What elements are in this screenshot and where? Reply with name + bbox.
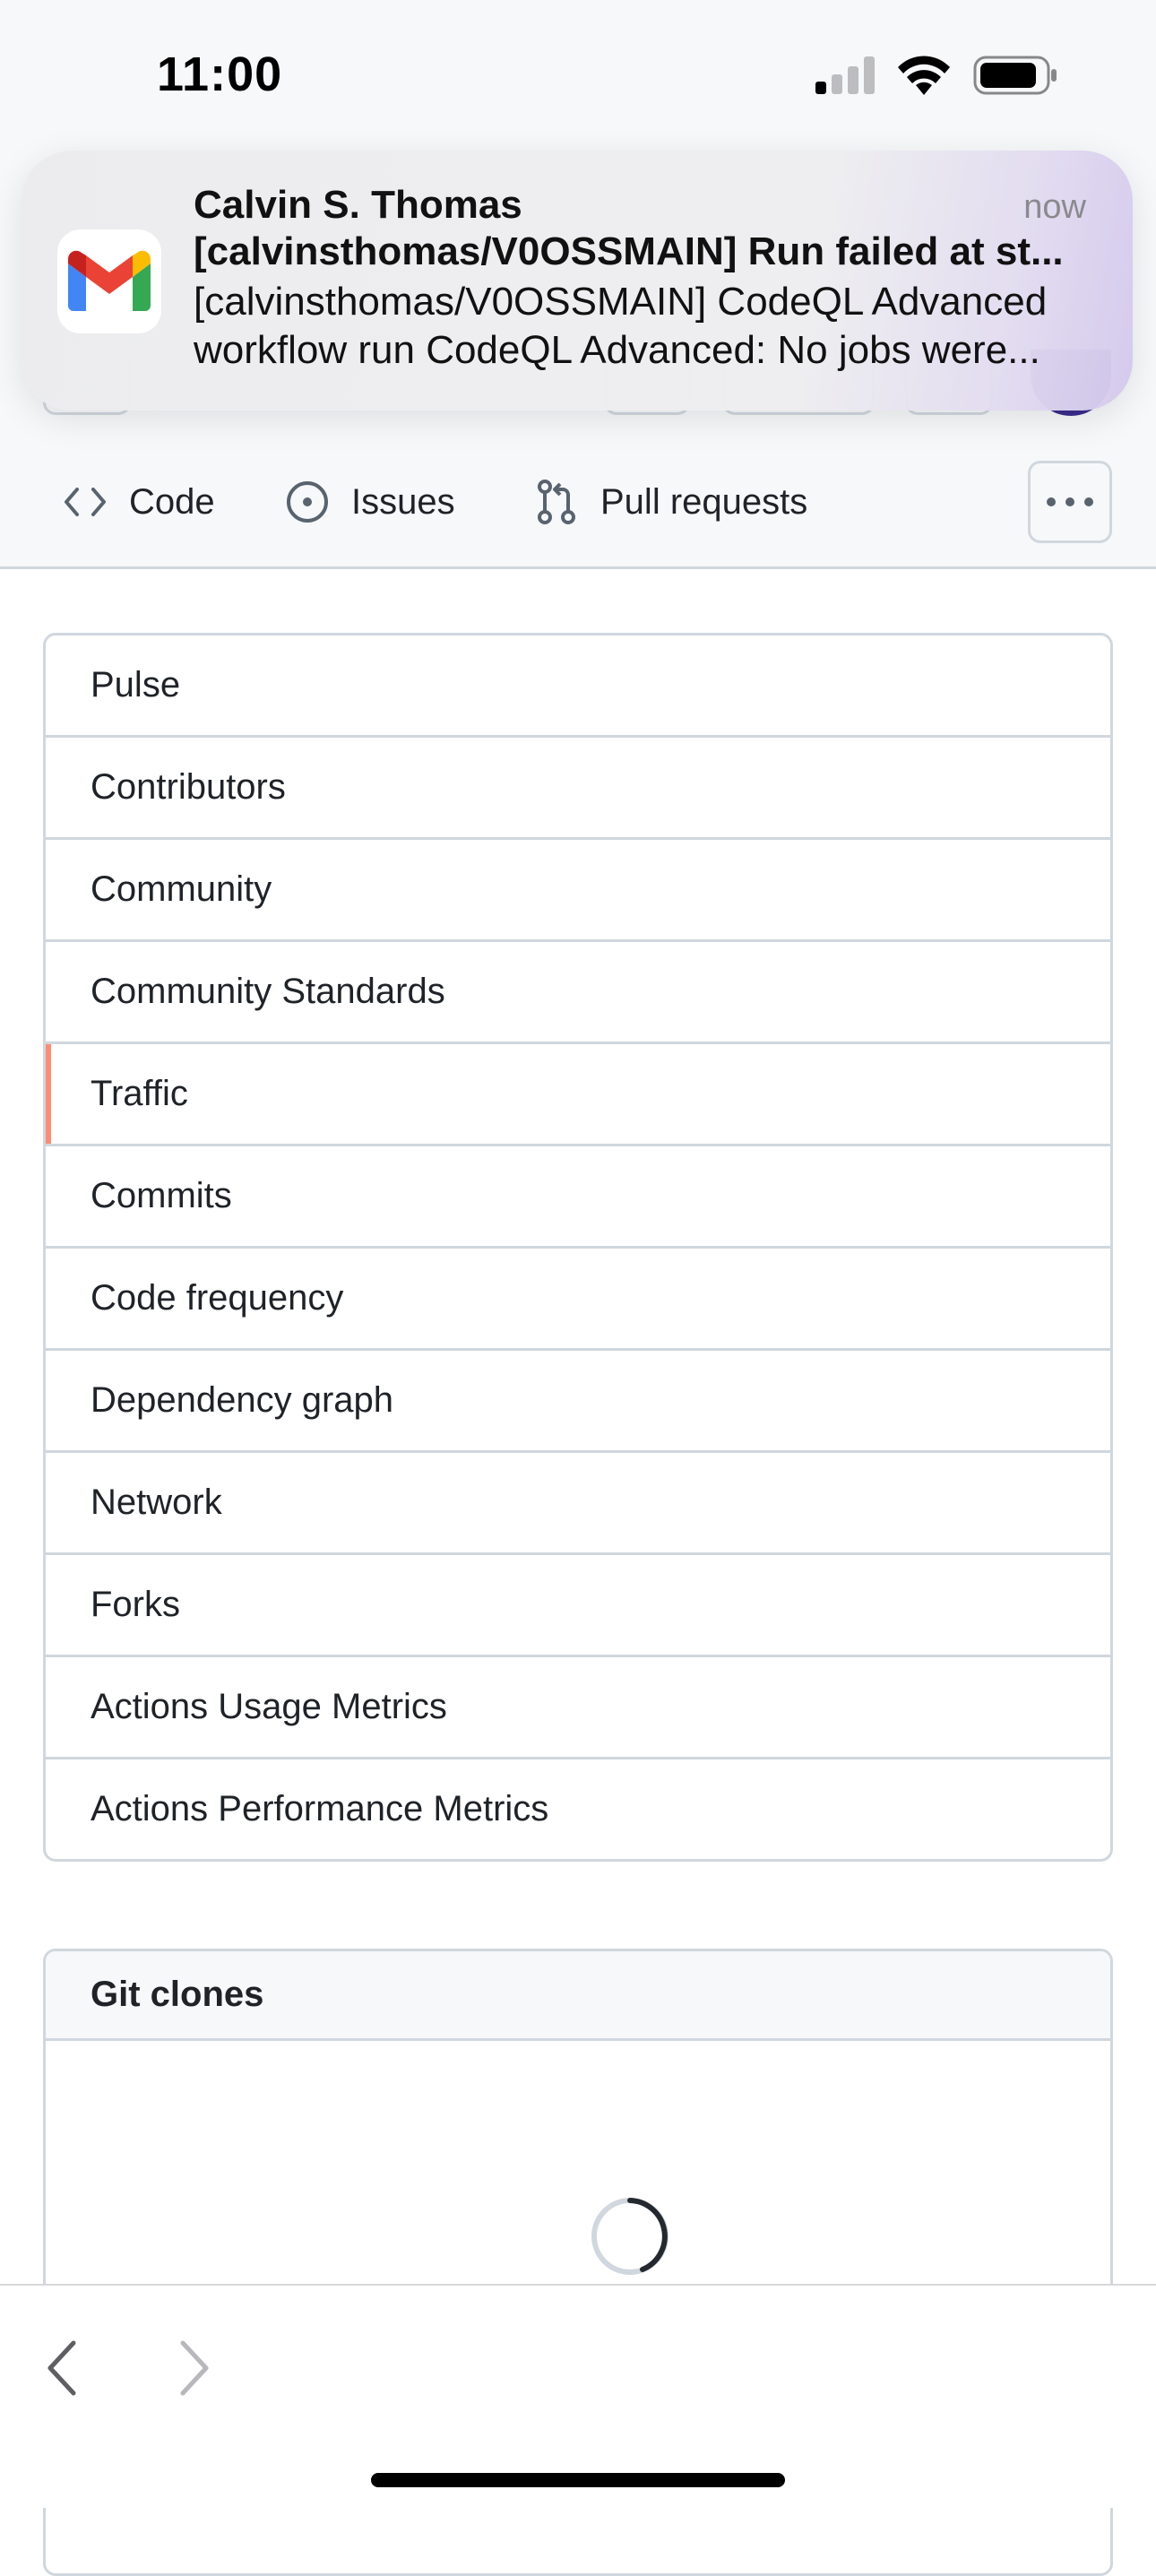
tab-code[interactable]: Code (63, 448, 215, 556)
status-icons (815, 56, 1057, 95)
wifi-icon (898, 56, 950, 95)
git-clones-title: Git clones (46, 1951, 1110, 2041)
notification-body-line: workflow run CodeQL Advanced: No jobs we… (194, 328, 1040, 372)
loading-spinner-icon (591, 2198, 669, 2275)
menu-item-contributors[interactable]: Contributors (46, 735, 1110, 837)
tab-pull-requests-label: Pull requests (600, 481, 808, 522)
kebab-horizontal-icon (1047, 497, 1093, 506)
insights-menu: Pulse Contributors Community Community S… (43, 633, 1113, 1862)
menu-item-forks[interactable]: Forks (46, 1552, 1110, 1655)
git-pull-request-icon (538, 480, 575, 524)
menu-item-community[interactable]: Community (46, 837, 1110, 939)
tab-code-label: Code (129, 481, 215, 522)
menu-item-community-standards[interactable]: Community Standards (46, 939, 1110, 1042)
tab-pull-requests[interactable]: Pull requests (534, 448, 807, 556)
status-time: 11:00 (157, 48, 283, 101)
chevron-left-icon[interactable] (45, 2339, 81, 2397)
gmail-icon (57, 229, 161, 333)
menu-item-traffic[interactable]: Traffic (46, 1042, 1110, 1144)
battery-icon (973, 56, 1057, 95)
notification-body-line: [calvinsthomas/V0OSSMAIN] CodeQL Advance… (194, 280, 1048, 324)
tab-issues[interactable]: Issues (285, 448, 455, 556)
notification-body: [calvinsthomas/V0OSSMAIN] CodeQL Advance… (194, 278, 1108, 375)
menu-item-network[interactable]: Network (46, 1450, 1110, 1552)
push-notification[interactable]: Calvin S. Thomas now [calvinsthomas/V0OS… (22, 151, 1133, 411)
status-bar: 11:00 (0, 0, 1156, 152)
home-indicator[interactable] (371, 2473, 785, 2487)
issue-opened-icon (287, 481, 328, 523)
notification-sender: Calvin S. Thomas (194, 183, 522, 227)
cellular-signal-icon (815, 56, 875, 94)
menu-item-actions-usage-metrics[interactable]: Actions Usage Metrics (46, 1655, 1110, 1757)
menu-item-code-frequency[interactable]: Code frequency (46, 1246, 1110, 1348)
menu-item-pulse[interactable]: Pulse (46, 635, 1110, 735)
notification-subject: [calvinsthomas/V0OSSMAIN] Run failed at … (194, 229, 1064, 273)
more-tabs-button[interactable] (1028, 461, 1112, 543)
menu-item-dependency-graph[interactable]: Dependency graph (46, 1348, 1110, 1450)
menu-item-commits[interactable]: Commits (46, 1144, 1110, 1246)
menu-item-actions-performance-metrics[interactable]: Actions Performance Metrics (46, 1757, 1110, 1859)
notification-time: now (1023, 188, 1086, 226)
chevron-right-icon[interactable] (176, 2339, 211, 2397)
tab-issues-label: Issues (351, 481, 455, 522)
code-icon (65, 488, 106, 516)
